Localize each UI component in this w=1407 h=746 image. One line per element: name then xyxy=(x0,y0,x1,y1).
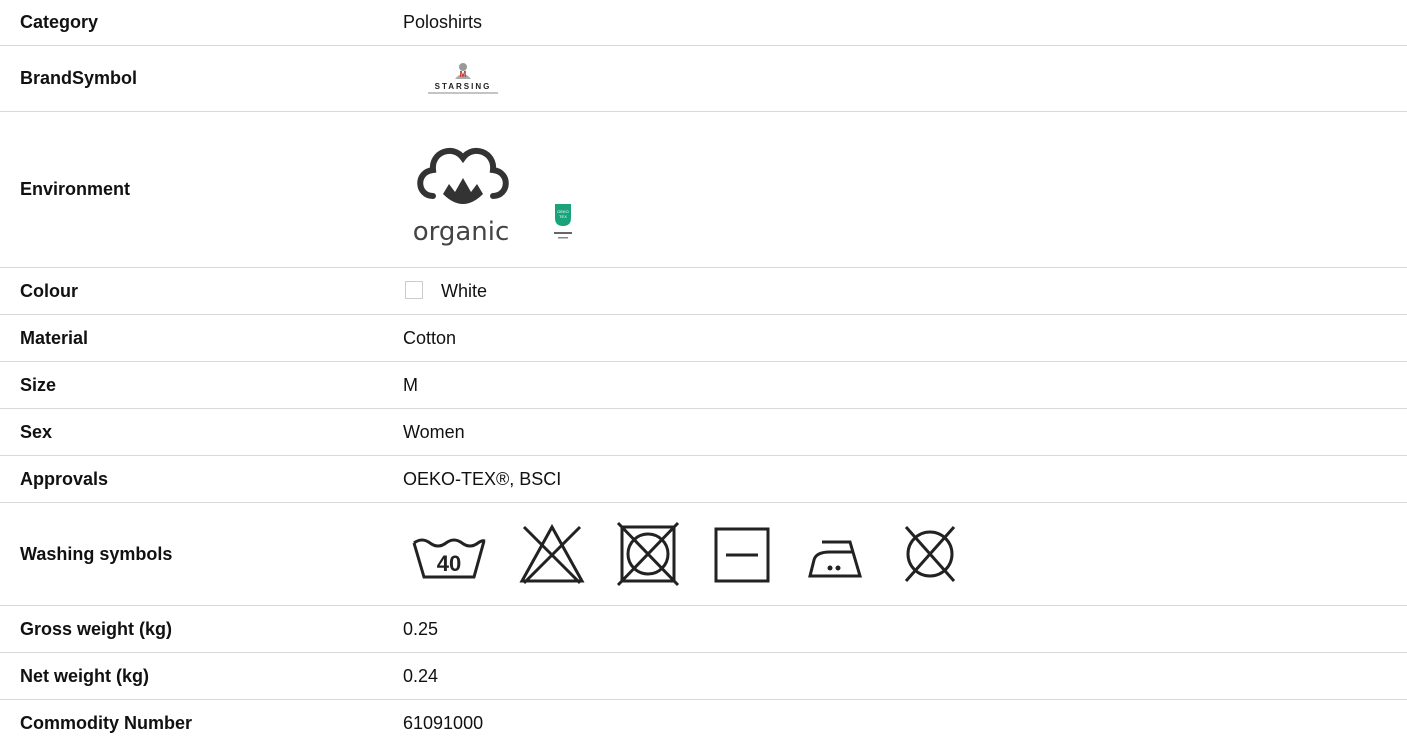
spec-row-category: Category Poloshirts xyxy=(0,0,1407,46)
spec-row-net-weight: Net weight (kg) 0.24 xyxy=(0,653,1407,700)
spec-row-environment: Environment organic OEKO TEX xyxy=(0,112,1407,268)
spec-row-gross-weight: Gross weight (kg) 0.25 xyxy=(0,606,1407,653)
spec-label: Approvals xyxy=(0,456,388,503)
spec-value: 0.24 xyxy=(388,653,1407,700)
brand-logo: M STARSING xyxy=(403,61,523,97)
spec-value: 0.25 xyxy=(388,606,1407,653)
spec-row-brand: BrandSymbol M STARSING xyxy=(0,46,1407,112)
spec-row-material: Material Cotton xyxy=(0,315,1407,362)
spec-label: Gross weight (kg) xyxy=(0,606,388,653)
no-dry-clean-icon xyxy=(898,521,962,587)
line-dry-icon xyxy=(710,521,774,587)
cotton-flower-icon: organic xyxy=(403,130,523,250)
spec-value: M STARSING xyxy=(388,46,1407,112)
spec-value: organic OEKO TEX xyxy=(388,112,1407,268)
spec-value: OEKO-TEX®, BSCI xyxy=(388,456,1407,503)
spec-row-commodity: Commodity Number 61091000 xyxy=(0,700,1407,746)
spec-label: Material xyxy=(0,315,388,362)
spec-value: M xyxy=(388,362,1407,409)
spec-label: Sex xyxy=(0,409,388,456)
oeko-tex-icon: OEKO TEX xyxy=(537,196,617,246)
colour-swatch xyxy=(405,281,423,299)
spec-row-sex: Sex Women xyxy=(0,409,1407,456)
svg-text:TEX: TEX xyxy=(559,214,567,219)
no-tumble-dry-icon xyxy=(616,521,680,587)
spec-value: Women xyxy=(388,409,1407,456)
no-bleach-icon xyxy=(518,521,586,587)
spec-value: Cotton xyxy=(388,315,1407,362)
spec-row-washing: Washing symbols 40 xyxy=(0,503,1407,606)
spec-row-size: Size M xyxy=(0,362,1407,409)
brand-logo-icon: M STARSING xyxy=(403,61,523,97)
spec-label: Net weight (kg) xyxy=(0,653,388,700)
svg-text:STARSING: STARSING xyxy=(435,82,492,91)
svg-text:organic: organic xyxy=(413,217,510,247)
spec-label: Environment xyxy=(0,112,388,268)
spec-row-colour: Colour White xyxy=(0,268,1407,315)
spec-value: White xyxy=(388,268,1407,315)
product-specs-table: Category Poloshirts BrandSymbol M STARSI… xyxy=(0,0,1407,746)
spec-value: 61091000 xyxy=(388,700,1407,746)
svg-text:40: 40 xyxy=(437,551,461,576)
spec-row-approvals: Approvals OEKO-TEX®, BSCI xyxy=(0,456,1407,503)
spec-value: Poloshirts xyxy=(388,0,1407,46)
svg-text:M: M xyxy=(460,70,467,79)
spec-label: Washing symbols xyxy=(0,503,388,606)
iron-medium-icon xyxy=(804,524,868,584)
spec-value: 40 xyxy=(388,503,1407,606)
colour-name: White xyxy=(441,281,487,301)
spec-label: Size xyxy=(0,362,388,409)
spec-label: BrandSymbol xyxy=(0,46,388,112)
wash-40-icon: 40 xyxy=(410,527,488,581)
spec-label: Colour xyxy=(0,268,388,315)
spec-label: Commodity Number xyxy=(0,700,388,746)
spec-label: Category xyxy=(0,0,388,46)
